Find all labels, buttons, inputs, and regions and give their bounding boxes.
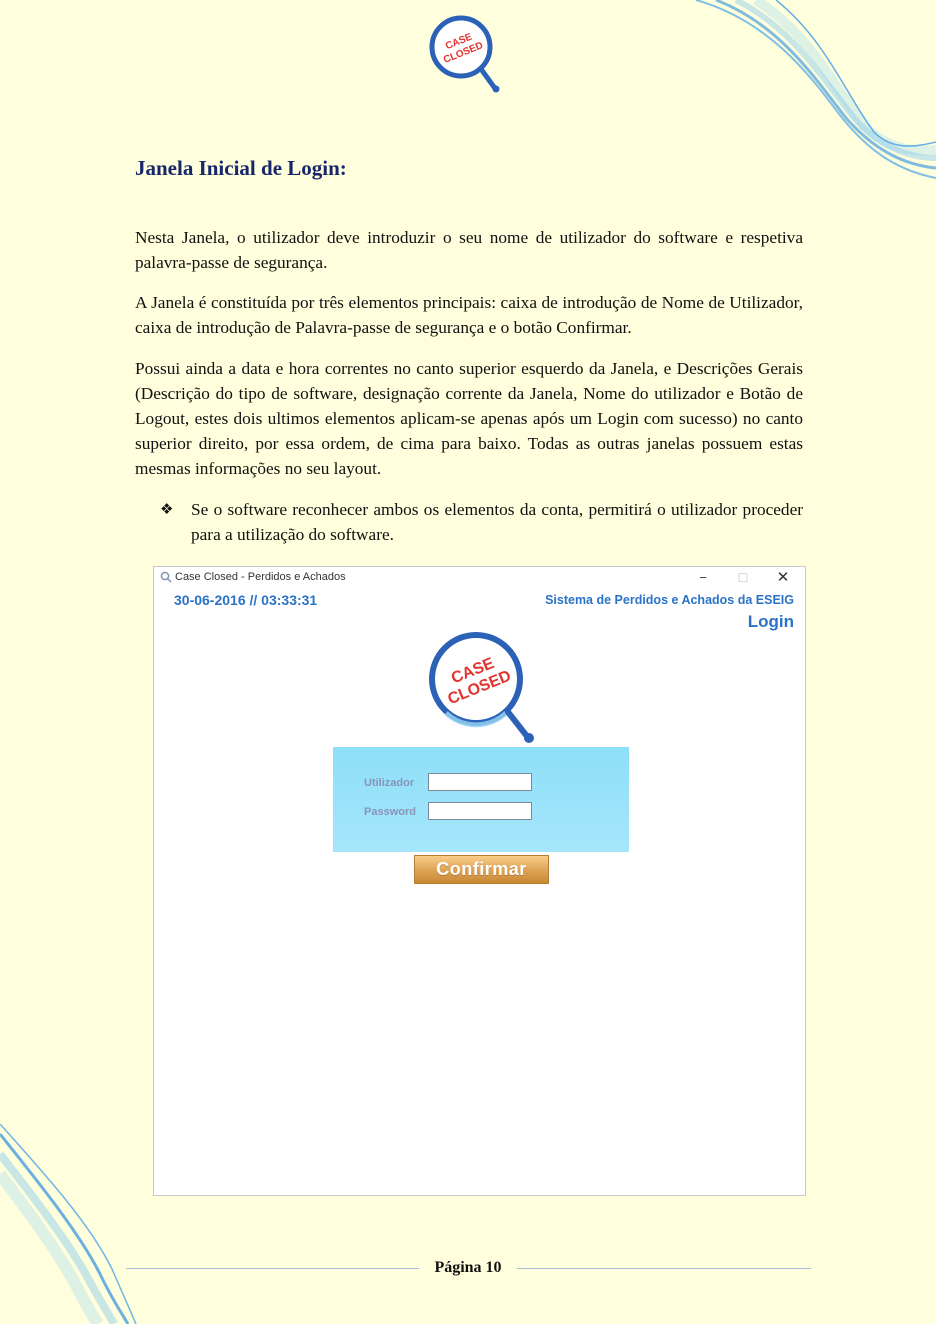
bullet-text: Se o software reconhecer ambos os elemen…	[191, 500, 803, 544]
paragraph-layout: Possui ainda a data e hora correntes no …	[135, 359, 803, 478]
login-panel: Utilizador Password	[333, 747, 629, 852]
password-label: Password	[364, 806, 416, 818]
password-input[interactable]	[428, 802, 532, 820]
bullet-diamond-icon: ❖	[160, 500, 174, 518]
section-title: Janela Inicial de Login:	[135, 156, 347, 180]
current-window-name: Login	[747, 612, 794, 631]
confirm-button[interactable]: Confirmar	[414, 855, 549, 884]
decorative-wave-bottom-left	[0, 1124, 137, 1324]
case-closed-logo-icon: CASE CLOSED	[429, 15, 500, 93]
app-case-closed-logo-icon: CASE CLOSED	[429, 632, 534, 743]
footer-divider-right	[517, 1268, 811, 1269]
paragraph-intro: Nesta Janela, o utilizador deve introduz…	[135, 228, 803, 272]
username-input[interactable]	[428, 773, 532, 791]
window-title: Case Closed - Perdidos e Achados	[175, 571, 346, 583]
close-icon[interactable]: ✕	[769, 569, 797, 587]
footer-divider-left	[126, 1268, 419, 1269]
window-titlebar: Case Closed - Perdidos e Achados − ☐ ✕	[154, 567, 805, 589]
minimize-icon[interactable]: −	[689, 569, 717, 587]
current-datetime: 30-06-2016 // 03:33:31	[174, 592, 318, 608]
bullet-item: ❖ Se o software reconhecer ambos os elem…	[160, 497, 803, 547]
page-number: Página 10	[434, 1259, 502, 1276]
paragraph-elements: A Janela é constituída por três elemento…	[135, 293, 803, 337]
magnifier-app-icon	[160, 571, 172, 583]
decorative-wave-top-right	[696, 0, 936, 179]
username-label: Utilizador	[364, 777, 415, 789]
system-description: Sistema de Perdidos e Achados da ESEIG	[545, 593, 794, 607]
login-window-screenshot: Case Closed - Perdidos e Achados − ☐ ✕ 3…	[153, 566, 806, 1196]
maximize-icon[interactable]: ☐	[729, 569, 757, 587]
